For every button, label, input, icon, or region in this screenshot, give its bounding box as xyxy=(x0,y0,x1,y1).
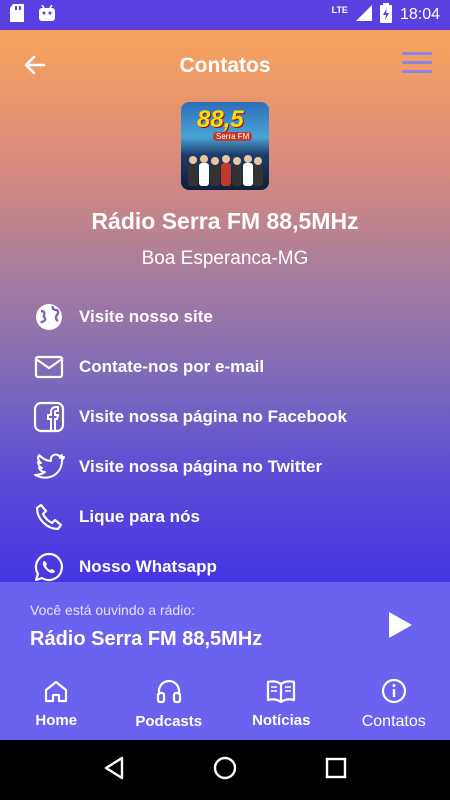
player-station: Rádio Serra FM 88,5MHz xyxy=(30,628,263,650)
nav-label: Notícias xyxy=(252,712,311,729)
contact-label: Contate-nos por e-mail xyxy=(79,357,265,376)
network-type: LTE xyxy=(331,4,348,15)
contact-phone[interactable]: Lique para nós xyxy=(0,492,450,542)
globe-icon xyxy=(32,300,66,334)
phone-icon xyxy=(32,500,66,534)
contact-email[interactable]: Contate-nos por e-mail xyxy=(0,342,450,392)
page-title: Contatos xyxy=(179,54,271,77)
contact-website[interactable]: Visite nosso site xyxy=(0,292,450,342)
contact-facebook[interactable]: Visite nossa página no Facebook xyxy=(0,392,450,442)
people-image xyxy=(188,155,263,186)
logo-sub: Serra FM xyxy=(213,132,253,141)
station-name: Rádio Serra FM 88,5MHz xyxy=(91,208,359,234)
station-logo: 88,5 Serra FM xyxy=(181,102,269,190)
nav-label: Home xyxy=(35,712,78,729)
nav-noticias[interactable]: Notícias xyxy=(225,668,338,740)
bottom-nav: Home Podcasts Notícias Contatos xyxy=(0,668,450,740)
nav-home[interactable]: Home xyxy=(0,668,113,740)
system-nav-bar xyxy=(0,740,450,800)
battery-icon xyxy=(379,2,392,28)
contact-list: Visite nosso site Contate-nos por e-mail… xyxy=(0,292,450,592)
contact-twitter[interactable]: Visite nossa página no Twitter xyxy=(0,442,450,492)
station-city: Boa Esperanca-MG xyxy=(141,248,309,269)
arrow-left-icon[interactable] xyxy=(22,52,48,78)
contacts-screen: Contatos 88,5 Serra FM Rádio Serra FM 88… xyxy=(0,30,450,582)
logo-frequency: 88,5 xyxy=(197,106,244,133)
contact-label: Visite nosso site xyxy=(79,307,213,326)
play-icon[interactable] xyxy=(386,610,414,640)
home-icon xyxy=(43,679,69,708)
mini-player[interactable]: Você está ouvindo a rádio: Rádio Serra F… xyxy=(0,582,450,668)
contact-label: Lique para nós xyxy=(79,507,200,526)
contact-label: Nosso Whatsapp xyxy=(79,557,217,576)
whatsapp-icon xyxy=(32,550,66,584)
back-triangle-icon[interactable] xyxy=(103,756,125,785)
nav-label: Podcasts xyxy=(135,713,203,730)
home-circle-icon[interactable] xyxy=(212,755,238,786)
app-bar: Contatos xyxy=(0,30,450,102)
signal-icon xyxy=(355,4,372,26)
recents-square-icon[interactable] xyxy=(325,757,347,784)
facebook-icon xyxy=(32,400,66,434)
book-icon xyxy=(266,679,296,708)
player-prefix: Você está ouvindo a rádio: xyxy=(30,602,196,618)
sd-card-icon xyxy=(10,3,24,27)
hamburger-menu-icon[interactable] xyxy=(402,52,432,78)
nav-contatos[interactable]: Contatos xyxy=(338,668,450,740)
android-icon xyxy=(38,4,56,26)
status-bar: LTE 18:04 xyxy=(0,0,450,30)
nav-podcasts[interactable]: Podcasts xyxy=(113,668,226,740)
email-icon xyxy=(32,350,66,384)
contact-label: Visite nossa página no Twitter xyxy=(79,457,323,476)
clock: 18:04 xyxy=(399,6,440,23)
contact-label: Visite nossa página no Facebook xyxy=(79,407,347,426)
twitter-icon xyxy=(32,450,66,484)
info-icon xyxy=(381,678,407,709)
nav-label: Contatos xyxy=(361,712,426,730)
headphones-icon xyxy=(156,678,182,709)
